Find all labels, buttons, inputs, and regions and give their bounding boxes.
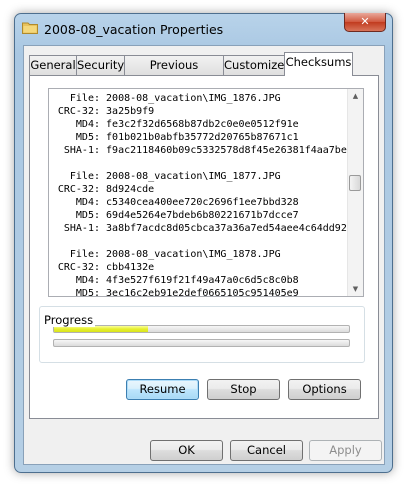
checksum-line: File: 2008-08_vacation\IMG_1877.JPG [49, 170, 348, 183]
checksum-line-label: MD5: [75, 132, 100, 143]
checksum-line-label: CRC-32: [57, 106, 100, 117]
checksum-line: MD5: 3ec16c2eb91e2def0665105c951405e9 [49, 287, 348, 296]
window-title: 2008-08_vacation Properties [44, 22, 224, 37]
checksum-line: SHA-1: f9ac2118460b09c5332578d8f45e26381… [49, 144, 348, 157]
checksum-line: MD4: fe3c2f32d6568b87db2c0e0e0512f91e [49, 118, 348, 131]
scroll-down-arrow-icon[interactable]: ▼ [348, 282, 363, 296]
checksum-line-value: 8d924cde [106, 184, 155, 195]
checksums-panel: File: 2008-08_vacation\IMG_1876.JPG CRC-3… [29, 75, 379, 419]
checksum-line: MD4: 4f3e527f619f21f49a47a0c6d5c8c0b8 [49, 274, 348, 287]
checksum-line-label: MD5: [75, 210, 100, 221]
checksum-line: MD4: c5340cea400ee720c2696f1ee7bbd328 [49, 196, 348, 209]
checksum-line-value: 69d4e5264e7bdeb6b80221671b7dcce7 [106, 210, 299, 221]
checksum-line-value: 2008-08_vacation\IMG_1876.JPG [106, 93, 281, 104]
close-icon: ✕ [360, 15, 370, 28]
checksum-line-value: 4f3e527f619f21f49a47a0c6d5c8c0b8 [106, 275, 299, 286]
checksum-line-label: MD5: [75, 288, 100, 296]
progress-bar-total [53, 339, 350, 347]
checksum-line-label: File: [69, 249, 100, 260]
stop-button[interactable]: Stop [207, 379, 280, 400]
checksum-line-value: 3a8bf7acdc8d05cbca37a36a7ed54aee4c64dd92 [106, 223, 347, 234]
checksum-line-label: CRC-32: [57, 262, 100, 273]
vertical-scrollbar[interactable]: ▲ ▼ [347, 89, 363, 296]
progress-label: Progress [42, 313, 96, 327]
checksum-results-text: File: 2008-08_vacation\IMG_1876.JPG CRC-3… [49, 89, 348, 296]
checksum-line-label: SHA-1: [63, 223, 100, 234]
checksum-blank-line [49, 235, 348, 248]
checksum-line-value: cbb4132e [106, 262, 155, 273]
checksum-line-value: fe3c2f32d6568b87db2c0e0e0512f91e [106, 119, 299, 130]
properties-window: 2008-08_vacation Properties ✕ General Se… [14, 13, 393, 473]
checksum-line-label: MD4: [75, 119, 100, 130]
checksum-line-value: c5340cea400ee720c2696f1ee7bbd328 [106, 197, 299, 208]
checksum-blank-line [49, 157, 348, 170]
checksum-line-label: MD4: [75, 197, 100, 208]
checksum-line: CRC-32: cbb4132e [49, 261, 348, 274]
title-bar[interactable]: 2008-08_vacation Properties ✕ [15, 13, 392, 44]
checksum-line: CRC-32: 8d924cde [49, 183, 348, 196]
tab-customize[interactable]: Customize [223, 55, 285, 75]
checksum-line-label: CRC-32: [57, 184, 100, 195]
tab-previous-versions[interactable]: Previous Versions [124, 55, 224, 91]
checksum-line: CRC-32: 3a25b9f9 [49, 105, 348, 118]
checksum-line-value: 2008-08_vacation\IMG_1878.JPG [106, 249, 281, 260]
dialog-client-area: General Security Previous Versions Custo… [23, 45, 385, 465]
ok-button[interactable]: OK [150, 440, 223, 461]
resume-button[interactable]: Resume [126, 379, 199, 400]
close-button[interactable]: ✕ [344, 13, 386, 32]
checksum-line-label: MD4: [75, 275, 100, 286]
tab-general[interactable]: General [29, 55, 77, 75]
checksum-line-value: f9ac2118460b09c5332578d8f45e26381f4aa7be [106, 145, 347, 156]
checksum-line-value: 3a25b9f9 [106, 106, 155, 117]
checksum-line: SHA-1: 3a8bf7acdc8d05cbca37a36a7ed54aee4… [49, 222, 348, 235]
options-button[interactable]: Options [288, 379, 361, 400]
checksum-line: MD5: 69d4e5264e7bdeb6b80221671b7dcce7 [49, 209, 348, 222]
checksum-line-value: 3ec16c2eb91e2def0665105c951405e9 [106, 288, 299, 296]
checksum-line: File: 2008-08_vacation\IMG_1876.JPG [49, 92, 348, 105]
checksum-line-label: File: [69, 93, 100, 104]
cancel-button[interactable]: Cancel [230, 440, 303, 461]
progress-bar-current [53, 325, 350, 333]
scroll-up-arrow-icon[interactable]: ▲ [348, 89, 363, 103]
checksum-results-list[interactable]: File: 2008-08_vacation\IMG_1876.JPG CRC-3… [48, 88, 364, 297]
checksum-line: MD5: f01b021b0abfb35772d20765b87671c1 [49, 131, 348, 144]
apply-button[interactable]: Apply [309, 440, 382, 461]
checksum-line: File: 2008-08_vacation\IMG_1878.JPG [49, 248, 348, 261]
tab-security[interactable]: Security [76, 55, 125, 75]
folder-icon [22, 22, 38, 34]
checksum-line-label: SHA-1: [63, 145, 100, 156]
scrollbar-thumb[interactable] [349, 175, 361, 191]
checksum-line-value: 2008-08_vacation\IMG_1877.JPG [106, 171, 281, 182]
checksum-line-label: File: [69, 171, 100, 182]
checksum-line-value: f01b021b0abfb35772d20765b87671c1 [106, 132, 299, 143]
tab-checksums[interactable]: Checksums [284, 52, 353, 76]
